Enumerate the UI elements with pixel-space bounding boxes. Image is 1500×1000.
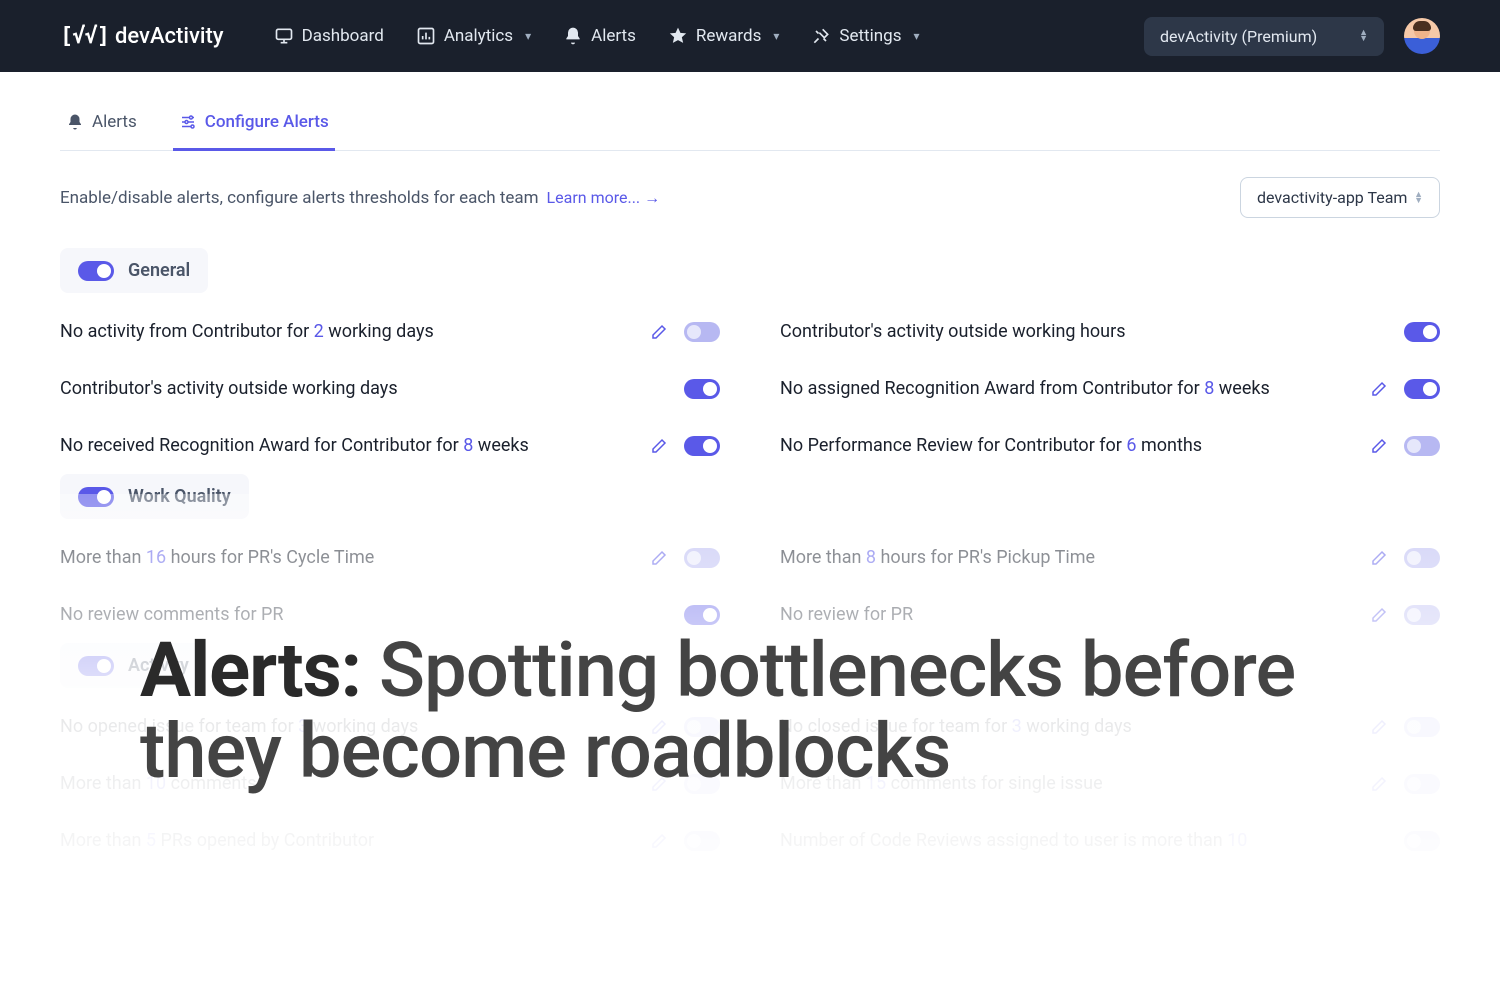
alert-label: More than 8 hours for PR's Pickup Time [780, 547, 1370, 568]
alert-label: More than 16 hours for PR's Cycle Time [60, 547, 650, 568]
pencil-icon[interactable] [1370, 606, 1388, 624]
hero-overlay: Alerts: Spotting bottlenecks before they… [140, 630, 1400, 791]
alert-label: No activity from Contributor for 2 worki… [60, 321, 650, 342]
sliders-icon [179, 113, 197, 131]
alert-label: Contributor's activity outside working d… [60, 378, 684, 399]
alert-row: No assigned Recognition Award from Contr… [780, 360, 1440, 417]
alert-toggle[interactable] [1404, 605, 1440, 625]
alert-label: No assigned Recognition Award from Contr… [780, 378, 1370, 399]
alert-row: No received Recognition Award for Contri… [60, 417, 720, 474]
nav-analytics[interactable]: Analytics ▾ [416, 26, 531, 46]
chevron-down-icon: ▾ [913, 29, 919, 43]
pencil-icon[interactable] [650, 832, 668, 850]
alert-row: More than 8 hours for PR's Pickup Time [780, 529, 1440, 586]
alert-row: Number of Code Reviews assigned to user … [780, 812, 1440, 869]
tab-bar: Alerts Configure Alerts [60, 102, 1440, 151]
section-work-quality-title: Work Quality [128, 486, 231, 507]
alert-toggle[interactable] [684, 605, 720, 625]
nav-alerts-label: Alerts [591, 26, 636, 46]
nav-settings[interactable]: Settings ▾ [811, 26, 919, 46]
section-work-quality-toggle[interactable] [78, 487, 114, 507]
alert-label: No Performance Review for Contributor fo… [780, 435, 1370, 456]
section-general-title: General [128, 260, 190, 281]
pencil-icon[interactable] [1370, 549, 1388, 567]
alert-toggle[interactable] [1404, 436, 1440, 456]
nav-settings-label: Settings [839, 26, 901, 46]
account-select[interactable]: devActivity (Premium) ▲▼ [1144, 17, 1384, 56]
brand-icon: [√√] [60, 24, 109, 49]
section-general-toggle[interactable] [78, 261, 114, 281]
team-select[interactable]: devactivity-app Team ▲▼ [1240, 177, 1440, 218]
top-navbar: [√√] devActivity Dashboard Analytics ▾ A… [0, 0, 1500, 72]
alert-row: More than 16 hours for PR's Cycle Time [60, 529, 720, 586]
alert-toggle[interactable] [1404, 548, 1440, 568]
alert-label: No review comments for PR [60, 604, 684, 625]
learn-more-link[interactable]: Learn more... → [547, 188, 661, 207]
user-avatar[interactable] [1404, 18, 1440, 54]
nav-rewards[interactable]: Rewards ▾ [668, 26, 780, 46]
alert-label: No review for PR [780, 604, 1370, 625]
account-select-label: devActivity (Premium) [1160, 27, 1317, 46]
bell-icon [66, 113, 84, 131]
tab-alerts-label: Alerts [92, 112, 137, 132]
bell-icon [563, 26, 583, 46]
bar-chart-icon [416, 26, 436, 46]
tools-icon [811, 26, 831, 46]
pencil-icon[interactable] [1370, 380, 1388, 398]
alert-label: Contributor's activity outside working h… [780, 321, 1404, 342]
primary-nav: Dashboard Analytics ▾ Alerts Rewards ▾ [274, 26, 1144, 46]
section-general-grid: No activity from Contributor for 2 worki… [60, 303, 1440, 474]
tab-alerts[interactable]: Alerts [60, 102, 143, 151]
section-work-quality-header: Work Quality [60, 474, 249, 519]
bottom-fade [0, 880, 1500, 1000]
nav-dashboard[interactable]: Dashboard [274, 26, 384, 46]
alert-toggle[interactable] [684, 831, 720, 851]
section-activity-toggle[interactable] [78, 656, 114, 676]
sort-icon: ▲▼ [1359, 30, 1368, 42]
nav-dashboard-label: Dashboard [302, 26, 384, 46]
tab-configure-alerts[interactable]: Configure Alerts [173, 102, 335, 151]
pencil-icon[interactable] [650, 323, 668, 341]
chevron-down-icon: ▾ [525, 29, 531, 43]
alert-toggle[interactable] [1404, 774, 1440, 794]
alert-label: No received Recognition Award for Contri… [60, 435, 650, 456]
monitor-icon [274, 26, 294, 46]
page-description: Enable/disable alerts, configure alerts … [60, 188, 539, 208]
pencil-icon[interactable] [1370, 437, 1388, 455]
alert-row: Contributor's activity outside working h… [780, 303, 1440, 360]
nav-rewards-label: Rewards [696, 26, 761, 46]
alert-label: More than 5 PRs opened by Contributor [60, 830, 650, 851]
tab-configure-label: Configure Alerts [205, 112, 329, 132]
brand-name: devActivity [115, 24, 224, 49]
alert-toggle[interactable] [684, 548, 720, 568]
subheader: Enable/disable alerts, configure alerts … [60, 177, 1440, 218]
nav-analytics-label: Analytics [444, 26, 513, 46]
nav-alerts[interactable]: Alerts [563, 26, 636, 46]
section-general-header: General [60, 248, 208, 293]
alert-toggle[interactable] [684, 436, 720, 456]
pencil-icon[interactable] [650, 549, 668, 567]
alert-toggle[interactable] [1404, 379, 1440, 399]
alert-toggle[interactable] [1404, 831, 1440, 851]
alert-toggle[interactable] [1404, 322, 1440, 342]
alert-row: More than 5 PRs opened by Contributor [60, 812, 720, 869]
team-select-label: devactivity-app Team [1257, 188, 1407, 207]
sort-icon: ▲▼ [1414, 192, 1423, 204]
alert-toggle[interactable] [684, 322, 720, 342]
alert-label: Number of Code Reviews assigned to user … [780, 830, 1404, 851]
star-icon [668, 26, 688, 46]
pencil-icon[interactable] [650, 437, 668, 455]
alert-toggle[interactable] [684, 379, 720, 399]
alert-row: No Performance Review for Contributor fo… [780, 417, 1440, 474]
alert-row: No activity from Contributor for 2 worki… [60, 303, 720, 360]
brand-logo[interactable]: [√√] devActivity [60, 24, 224, 49]
chevron-down-icon: ▾ [773, 29, 779, 43]
alert-row: Contributor's activity outside working d… [60, 360, 720, 417]
hero-title-strong: Alerts: [140, 625, 379, 715]
alert-toggle[interactable] [1404, 717, 1440, 737]
